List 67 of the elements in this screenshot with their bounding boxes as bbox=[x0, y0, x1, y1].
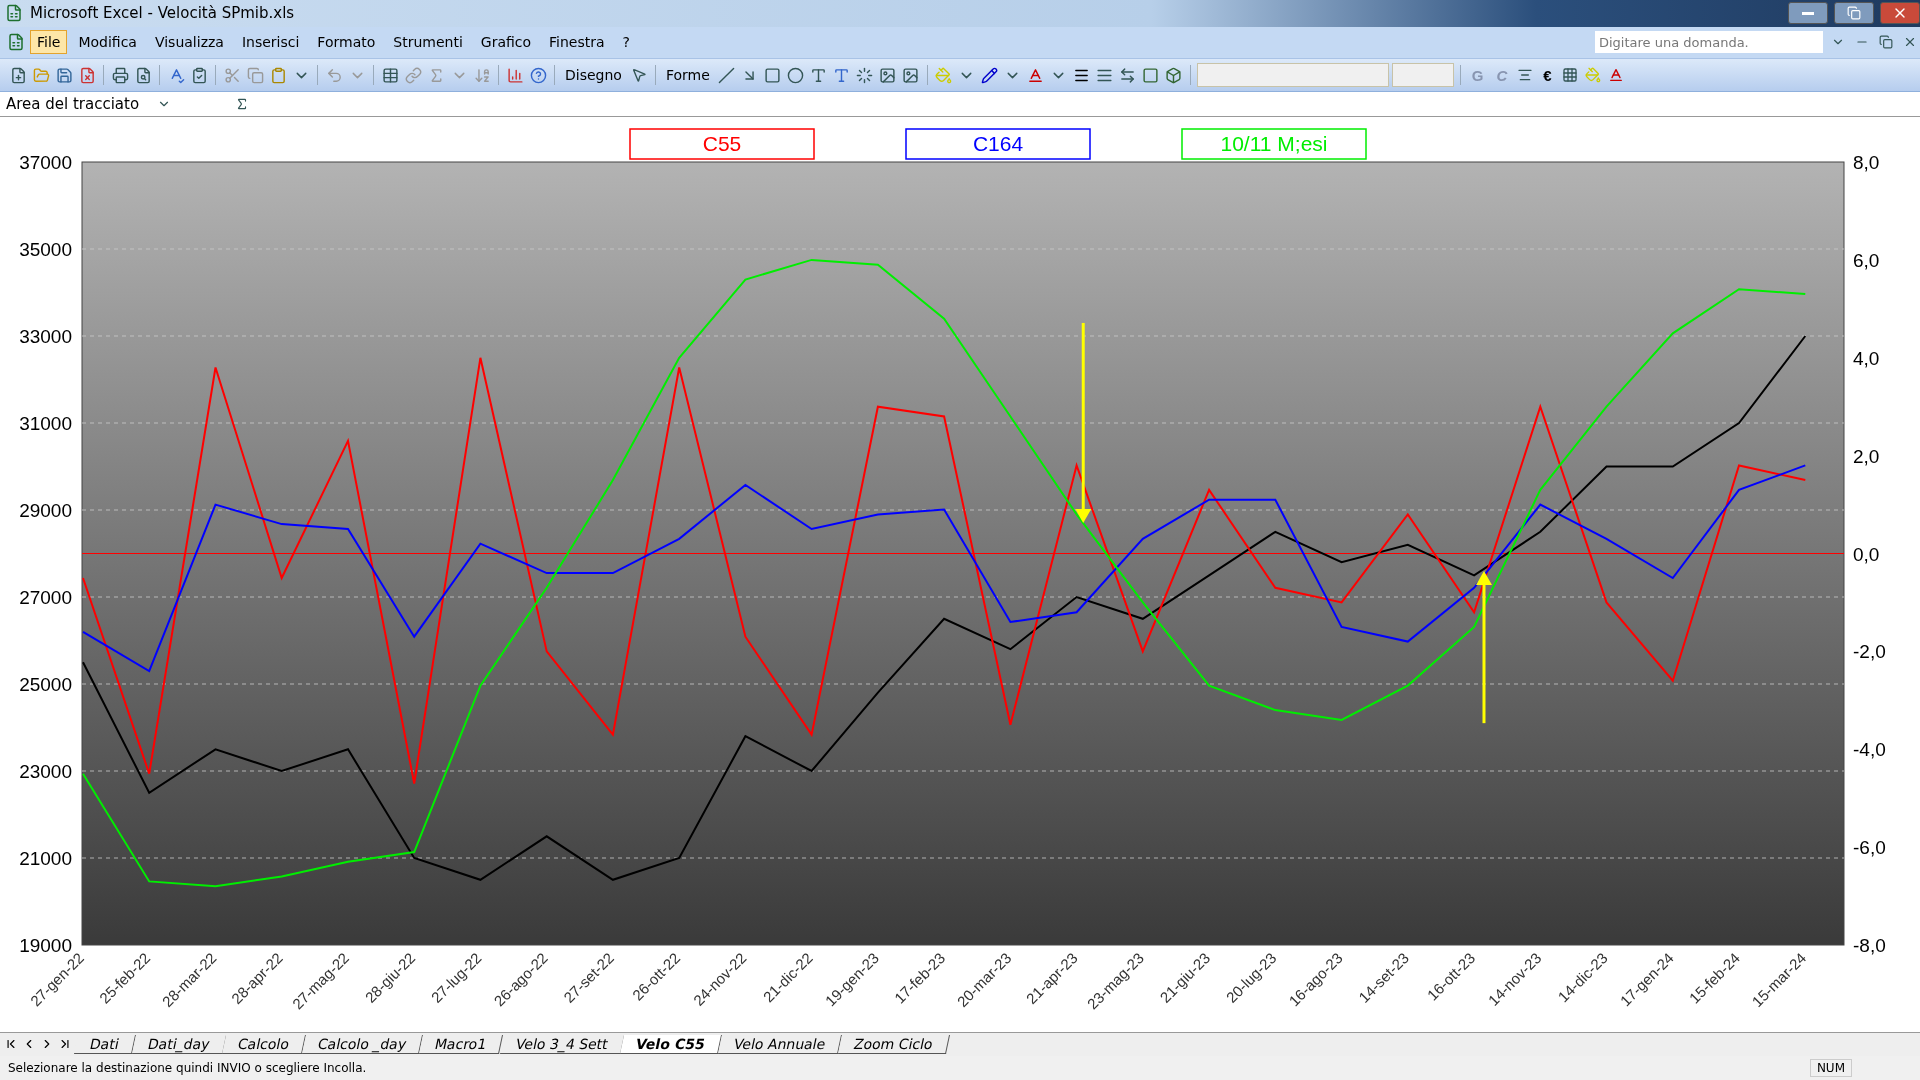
3d-icon[interactable] bbox=[1163, 65, 1184, 86]
y-axis-label: -2,0 bbox=[1853, 640, 1886, 662]
drawing-menu-button[interactable]: Disegno bbox=[561, 67, 626, 84]
rectangle-icon[interactable] bbox=[762, 65, 783, 86]
print-icon[interactable] bbox=[110, 65, 130, 86]
currency-button[interactable]: € bbox=[1538, 66, 1557, 84]
y-axis-label: 8,0 bbox=[1853, 151, 1880, 173]
legend-item: 10/11 M;esi bbox=[1181, 127, 1367, 160]
y-axis-label: 37000 bbox=[19, 151, 72, 173]
clip-art-icon[interactable] bbox=[877, 65, 898, 86]
y-axis-label: 35000 bbox=[19, 238, 72, 260]
num-lock-indicator: NUM bbox=[1809, 1059, 1852, 1078]
sheet-tab[interactable]: Calcolo _day bbox=[302, 1034, 424, 1054]
picture-icon[interactable] bbox=[900, 65, 921, 86]
excel-chart-icon[interactable] bbox=[6, 32, 26, 53]
menu-item[interactable]: Formato bbox=[310, 30, 383, 55]
y-axis-label: 27000 bbox=[19, 586, 72, 608]
sheet-tab[interactable]: Velo C55 bbox=[620, 1034, 723, 1054]
line-icon[interactable] bbox=[716, 65, 737, 86]
menu-item[interactable]: File bbox=[30, 30, 68, 55]
name-box[interactable]: Area del tracciato bbox=[6, 94, 146, 113]
sheet-tab[interactable]: Macro1 bbox=[419, 1034, 504, 1054]
menu-item[interactable]: Visualizza bbox=[147, 30, 231, 55]
sheet-tab[interactable]: Calcolo bbox=[222, 1034, 307, 1054]
menu-item[interactable]: Inserisci bbox=[234, 30, 307, 55]
restore-button[interactable] bbox=[1834, 2, 1874, 25]
y-axis-label: 21000 bbox=[19, 847, 72, 869]
y-axis-label: 4,0 bbox=[1853, 347, 1880, 369]
save-icon[interactable] bbox=[54, 65, 74, 86]
help-icon[interactable] bbox=[528, 65, 548, 86]
y-axis-label: 6,0 bbox=[1853, 249, 1880, 271]
y-axis-label: -6,0 bbox=[1853, 836, 1886, 858]
menu-item[interactable]: Grafico bbox=[473, 30, 539, 55]
shapes-menu-button[interactable]: Forme bbox=[661, 67, 714, 84]
fill-color-icon[interactable] bbox=[933, 65, 954, 86]
excel-logo-icon bbox=[4, 3, 24, 24]
y-axis-label: 19000 bbox=[19, 934, 72, 956]
menu-item[interactable]: ? bbox=[615, 30, 637, 55]
y-axis-label: 0,0 bbox=[1853, 543, 1880, 565]
sheet-tab[interactable]: Velo Annuale bbox=[718, 1034, 843, 1054]
sheet-tab[interactable]: Zoom Ciclo bbox=[838, 1034, 950, 1054]
oval-icon[interactable] bbox=[785, 65, 806, 86]
minimize-icon bbox=[1802, 11, 1814, 15]
minimize-button[interactable] bbox=[1788, 2, 1828, 25]
restore-icon bbox=[1847, 6, 1861, 21]
chart-data-table-icon[interactable] bbox=[380, 65, 400, 86]
sheet-tab[interactable]: Velo 3_4 Sett bbox=[499, 1034, 625, 1054]
legend-item: C55 bbox=[629, 127, 815, 160]
y-axis-label: -4,0 bbox=[1853, 738, 1886, 760]
sheet-tab[interactable]: Dati bbox=[74, 1034, 136, 1054]
sheet-tab[interactable]: Dati_day bbox=[131, 1034, 227, 1054]
y-axis-label: -8,0 bbox=[1853, 934, 1886, 956]
menu-item[interactable]: Strumenti bbox=[386, 30, 470, 55]
y-axis-label: 31000 bbox=[19, 412, 72, 434]
menu-item[interactable]: Finestra bbox=[542, 30, 612, 55]
y-axis-label: 2,0 bbox=[1853, 445, 1880, 467]
y-axis-label: 33000 bbox=[19, 325, 72, 347]
status-message: Selezionare la destinazione quindi INVIO o scegliere Incolla. bbox=[8, 1061, 367, 1076]
help-search-field[interactable]: Digitare una domanda. bbox=[1594, 30, 1824, 55]
y-axis-label: 23000 bbox=[19, 760, 72, 782]
line-color-icon[interactable] bbox=[979, 65, 1000, 86]
legend-item: C164 bbox=[905, 127, 1091, 160]
window-title: Microsoft Excel - Velocità SPmib.xls bbox=[30, 4, 296, 23]
menu-item[interactable]: Modifica bbox=[71, 30, 144, 55]
y-axis-label: 25000 bbox=[19, 673, 72, 695]
close-button[interactable] bbox=[1880, 2, 1920, 25]
y-axis-label: 29000 bbox=[19, 499, 72, 521]
